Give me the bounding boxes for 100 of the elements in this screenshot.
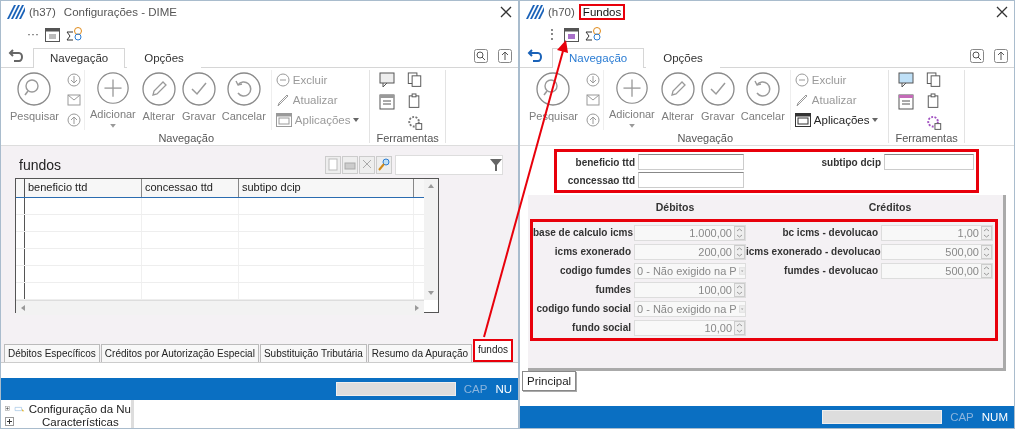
- window-icon: [275, 113, 292, 127]
- plus-icon: [614, 72, 649, 105]
- section-heading: Créditos: [867, 201, 913, 213]
- spinner-icon[interactable]: [734, 320, 745, 335]
- field-label: bc icms - devolucao: [781, 227, 878, 238]
- expand-icon[interactable]: [5, 417, 14, 426]
- section-heading: Débitos: [654, 201, 696, 213]
- num-indicator: NUM: [981, 411, 1008, 423]
- caret-icon: [872, 118, 879, 122]
- logo-icon: [7, 5, 25, 19]
- ribbon-tab[interactable]: Navegação: [33, 48, 126, 68]
- dropdown-field[interactable]: 0 - Não exigido na P: [634, 262, 746, 279]
- sigma-search-icon[interactable]: [585, 26, 603, 42]
- more-menu[interactable]: ···: [27, 27, 39, 41]
- spinner-icon[interactable]: [734, 244, 745, 259]
- column-header[interactable]: concessao ttd: [142, 179, 239, 197]
- more-menu[interactable]: ⋮: [546, 27, 558, 41]
- tree-item[interactable]: Configuração da Nu: [28, 402, 131, 415]
- collapse-icon[interactable]: [498, 49, 512, 63]
- filter-field[interactable]: [395, 155, 503, 175]
- checkmark-icon: [181, 72, 216, 106]
- field-label: beneficio ttd: [574, 156, 635, 168]
- page-tab[interactable]: fundos: [473, 339, 514, 362]
- caps-indicator: CAP: [463, 383, 488, 395]
- spinner-icon[interactable]: [981, 263, 992, 278]
- page-tab[interactable]: Principal: [522, 371, 577, 391]
- number-field[interactable]: 200,00: [634, 243, 746, 260]
- number-field[interactable]: 1,00: [881, 224, 993, 241]
- number-field[interactable]: 10,00: [634, 319, 746, 336]
- search-icon: [17, 72, 52, 106]
- field-label: base de calculo icms: [533, 227, 631, 238]
- undo-icon[interactable]: [526, 49, 542, 63]
- gear-icon[interactable]: [926, 114, 943, 130]
- num-indicator: NU: [495, 383, 512, 395]
- text-field[interactable]: [638, 154, 744, 170]
- page-tab[interactable]: Resumo da Apuração: [367, 344, 473, 362]
- number-field[interactable]: 100,00: [634, 281, 746, 298]
- search-icon: [536, 72, 571, 106]
- form-icon[interactable]: [379, 94, 396, 110]
- number-field[interactable]: 500,00: [881, 243, 993, 260]
- window-title: Fundos: [578, 4, 626, 20]
- page-tab[interactable]: Substituição Tributária: [259, 344, 367, 362]
- spinner-icon[interactable]: [734, 282, 745, 297]
- plus-icon: [95, 72, 130, 105]
- gear-icon[interactable]: [407, 114, 424, 130]
- spinner-icon[interactable]: [981, 244, 992, 259]
- field-label: fumdes - devolucao: [783, 265, 878, 276]
- column-header[interactable]: beneficio ttd: [25, 179, 142, 197]
- window-code: (h37): [29, 6, 56, 18]
- text-field[interactable]: [884, 154, 974, 170]
- spinner-icon[interactable]: [981, 225, 992, 240]
- delete-icon[interactable]: [359, 156, 375, 174]
- calendar-icon[interactable]: [564, 26, 579, 42]
- page-tab[interactable]: Débitos Específicos: [4, 344, 100, 362]
- panel-title: fundos: [19, 157, 62, 173]
- window-title: Configurações - DIME: [62, 5, 178, 20]
- text-field[interactable]: [638, 172, 744, 188]
- checkmark-icon: [700, 72, 735, 106]
- search-icon[interactable]: [970, 49, 984, 63]
- undo-icon: [226, 72, 261, 106]
- field-label: icms exonerado: [553, 246, 631, 257]
- copy-icon[interactable]: [926, 72, 943, 88]
- horizontal-scrollbar[interactable]: [16, 300, 424, 315]
- undo-icon: [745, 72, 780, 106]
- number-field[interactable]: 1.000,00: [634, 224, 746, 241]
- field-label: subtipo dcip: [820, 156, 881, 168]
- window-icon: [794, 113, 811, 127]
- spinner-icon[interactable]: [734, 225, 745, 240]
- number-field[interactable]: 500,00: [881, 262, 993, 279]
- pencil-icon: [660, 72, 695, 106]
- column-header[interactable]: subtipo dcip: [239, 179, 414, 197]
- envelope-icon[interactable]: [585, 94, 600, 106]
- calendar-icon[interactable]: [45, 26, 60, 42]
- form-icon[interactable]: [898, 94, 915, 110]
- envelope-icon[interactable]: [66, 94, 81, 106]
- sigma-search-icon[interactable]: [66, 26, 84, 42]
- group-label: Ferramentas: [895, 132, 958, 144]
- apps-button[interactable]: Aplicações: [793, 112, 880, 128]
- field-label: concessao ttd: [566, 174, 635, 186]
- close-icon[interactable]: [500, 6, 512, 18]
- pen-icon: [794, 93, 809, 107]
- collapse-icon[interactable]: [994, 49, 1008, 63]
- magnifier-icon[interactable]: [376, 156, 392, 174]
- pencil-icon: [141, 72, 176, 106]
- comment-icon[interactable]: [898, 72, 915, 88]
- search-icon[interactable]: [474, 49, 488, 63]
- page-tab[interactable]: Créditos por Autorização Especial: [100, 344, 259, 362]
- group-label: Navegação: [676, 132, 735, 144]
- close-icon[interactable]: [996, 6, 1008, 18]
- dropdown-field[interactable]: 0 - Não exigido na P: [634, 300, 746, 317]
- tree-item[interactable]: Características: [42, 415, 119, 428]
- group-label: Navegação: [157, 132, 216, 144]
- filter-icon[interactable]: [490, 158, 502, 172]
- caret-icon: [353, 118, 360, 122]
- copy-icon[interactable]: [407, 72, 424, 88]
- ribbon-tab[interactable]: Navegação: [552, 48, 645, 68]
- vertical-scrollbar[interactable]: [424, 179, 438, 300]
- undo-icon[interactable]: [7, 49, 23, 63]
- comment-icon[interactable]: [379, 72, 396, 88]
- minus-circle-icon: [275, 73, 290, 87]
